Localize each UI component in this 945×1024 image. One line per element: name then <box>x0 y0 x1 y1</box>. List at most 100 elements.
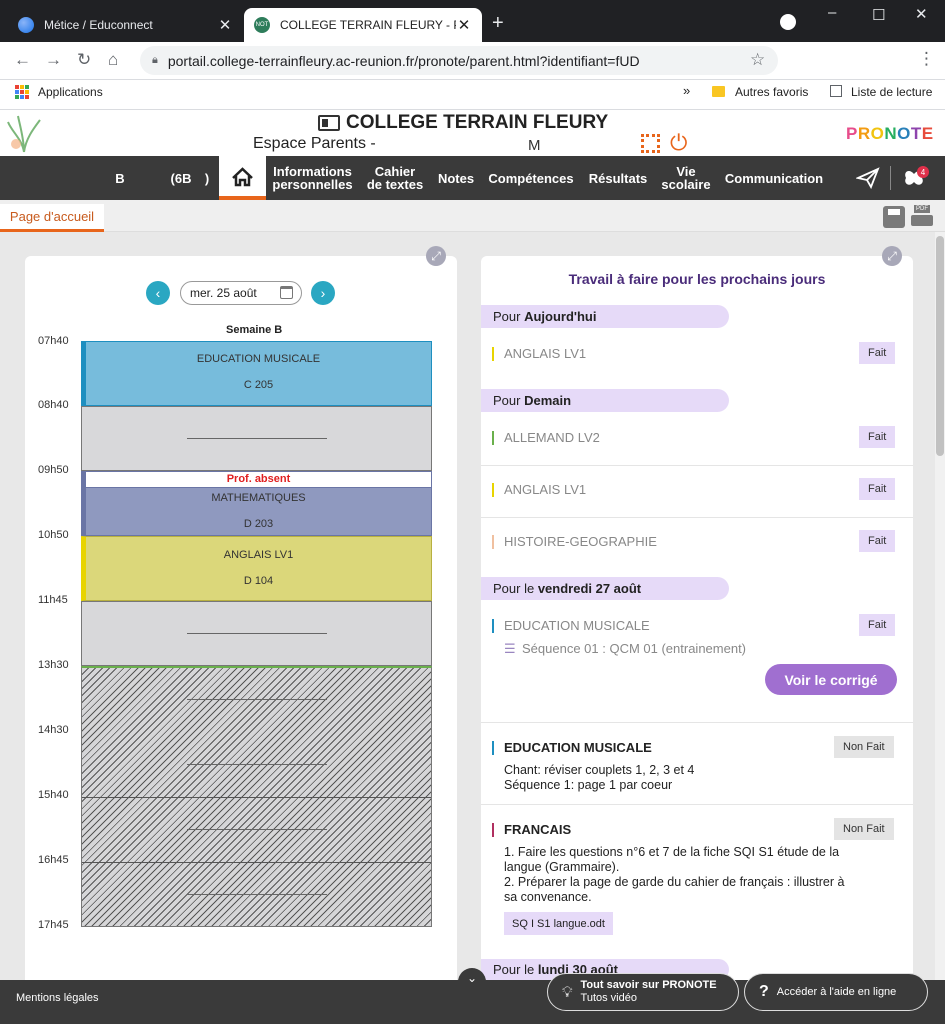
student-name[interactable]: B <box>110 156 130 200</box>
separator <box>481 804 913 805</box>
lock-icon: 🔒︎ <box>152 54 158 66</box>
separator <box>481 517 913 518</box>
close-tab-icon[interactable]: ✕ <box>456 16 472 34</box>
status-badge[interactable]: Non Fait <box>834 818 894 840</box>
empty-slot-line <box>187 764 327 765</box>
pronote-logo: PRONOTE <box>846 124 934 143</box>
folder-icon <box>712 86 725 97</box>
maximize-icon[interactable]: ☐ <box>872 6 885 24</box>
homework-description: Chant: réviser couplets 1, 2, 3 et 4 <box>504 763 695 777</box>
day-header: Pour Demain <box>481 389 729 412</box>
expand-icon[interactable]: ⤢ <box>882 246 902 266</box>
new-tab-button[interactable]: + <box>492 12 504 35</box>
expand-icon[interactable]: ⤢ <box>426 246 446 266</box>
school-logo <box>4 114 44 154</box>
more-bookmarks-icon[interactable]: » <box>683 83 690 98</box>
menu-cahier[interactable]: Cahier de textes <box>362 156 428 200</box>
unavailable-hatched-area <box>81 666 432 927</box>
minimize-icon[interactable]: – <box>828 4 836 21</box>
tout-savoir-button[interactable]: 💡︎ Tout savoir sur PRONOTE Tutos vidéo <box>547 973 739 1011</box>
house-icon <box>232 167 253 187</box>
lesson-subject: MATHEMATIQUES <box>211 492 306 504</box>
time-label: 13h30 <box>38 659 69 671</box>
menu-notes[interactable]: Notes <box>436 156 476 200</box>
menu-competences[interactable]: Compétences <box>486 156 576 200</box>
time-label: 15h40 <box>38 789 69 801</box>
forward-icon[interactable]: → <box>45 50 62 70</box>
id-card-icon <box>318 115 340 131</box>
homework-subject[interactable]: ANGLAIS LV1 <box>492 483 586 497</box>
menu-resultats[interactable]: Résultats <box>585 156 651 200</box>
star-icon[interactable]: ☆ <box>750 50 765 70</box>
homework-subject[interactable]: ANGLAIS LV1 <box>492 347 586 361</box>
homework-description: 1. Faire les questions n°6 et 7 de la fi… <box>504 845 840 859</box>
calendar-icon <box>280 286 293 299</box>
home-menu-button[interactable] <box>219 156 266 200</box>
status-badge[interactable]: Fait <box>859 530 896 552</box>
homework-description: langue (Grammaire). <box>504 860 620 874</box>
homework-subject[interactable]: ALLEMAND LV2 <box>492 431 600 445</box>
status-badge[interactable]: Fait <box>859 478 896 500</box>
time-label: 09h50 <box>38 464 69 476</box>
scrollbar-thumb[interactable] <box>936 236 944 456</box>
checklist-icon: ☰ <box>504 641 516 656</box>
menu-vie-scolaire[interactable]: Vie scolaire <box>656 156 716 200</box>
empty-slot-line <box>187 633 327 634</box>
browser-tab-pronote[interactable]: NOT COLLEGE TERRAIN FLEURY - PRO ✕ <box>244 8 482 42</box>
other-bookmarks[interactable]: Autres favoris <box>735 85 808 99</box>
reload-icon[interactable]: ↻ <box>77 50 91 70</box>
status-badge[interactable]: Fait <box>859 614 896 636</box>
homework-subject[interactable]: EDUCATION MUSICALE <box>492 619 650 633</box>
lesson-education-musicale[interactable]: EDUCATION MUSICALE C 205 <box>81 341 432 406</box>
reading-list-icon <box>830 85 842 97</box>
mentions-legales-link[interactable]: Mentions légales <box>16 992 99 1004</box>
aide-en-ligne-button[interactable]: ? Accéder à l'aide en ligne <box>744 973 928 1011</box>
power-icon[interactable]: ⏻ <box>670 130 687 156</box>
status-badge[interactable]: Fait <box>859 342 896 364</box>
attachment-link[interactable]: SQ I S1 langue.odt <box>504 912 613 935</box>
time-label: 16h45 <box>38 854 69 866</box>
lesson-anglais[interactable]: ANGLAIS LV1 D 104 <box>81 536 432 601</box>
status-badge[interactable]: Fait <box>859 426 896 448</box>
reading-list[interactable]: Liste de lecture <box>851 85 932 99</box>
send-icon[interactable] <box>855 167 880 192</box>
kebab-menu-icon[interactable]: ⋮ <box>918 49 935 69</box>
homework-subject[interactable]: HISTOIRE-GEOGRAPHIE <box>492 535 657 549</box>
collapse-footer-icon[interactable]: ⌄ <box>458 968 486 988</box>
homework-subject[interactable]: EDUCATION MUSICALE <box>492 741 652 755</box>
day-header: Pour le vendredi 27 août <box>481 577 729 600</box>
homework-subject[interactable]: FRANCAIS <box>492 823 571 837</box>
time-label: 14h30 <box>38 724 69 736</box>
next-day-button[interactable]: › <box>311 281 335 305</box>
lesson-subject: ANGLAIS LV1 <box>223 549 294 561</box>
print-pdf-icon[interactable]: PDF <box>911 205 933 229</box>
apps-bookmark[interactable]: Applications <box>38 85 103 99</box>
empty-slot-line <box>187 699 327 700</box>
close-tab-icon[interactable]: ✕ <box>217 16 233 34</box>
home-icon[interactable]: ⌂ <box>108 50 118 70</box>
empty-slot <box>81 601 432 666</box>
profile-menu-icon[interactable] <box>780 14 796 30</box>
menu-informations[interactable]: Informations personnelles <box>270 156 355 200</box>
url-field[interactable]: 🔒︎ portail.college-terrainfleury.ac-reun… <box>140 46 778 75</box>
save-icon[interactable] <box>883 206 905 228</box>
menu-communication[interactable]: Communication <box>722 156 826 200</box>
time-label: 17h45 <box>38 919 69 931</box>
lesson-mathematiques[interactable]: Prof. absent MATHEMATIQUES D 203 <box>81 471 432 536</box>
homework-description: 2. Préparer la page de garde du cahier d… <box>504 875 845 889</box>
qr-code-icon[interactable] <box>641 134 660 153</box>
back-icon[interactable]: ← <box>14 50 31 70</box>
tab-page-accueil[interactable]: Page d'accueil <box>0 204 104 232</box>
prev-day-button[interactable]: ‹ <box>146 281 170 305</box>
date-picker[interactable]: mer. 25 août <box>180 281 302 305</box>
window-close-icon[interactable]: ✕ <box>915 5 928 23</box>
apps-grid-icon <box>15 85 29 99</box>
browser-tab-educonnect[interactable]: Métice / Educonnect ✕ <box>8 8 243 42</box>
status-badge[interactable]: Non Fait <box>834 736 894 758</box>
voir-corrige-button[interactable]: Voir le corrigé <box>765 664 897 695</box>
page-tab-row <box>0 200 945 232</box>
student-class[interactable]: (6B <box>166 156 196 200</box>
day-header: Pour Aujourd'hui <box>481 305 729 328</box>
empty-slot-line <box>187 894 327 895</box>
qcm-link[interactable]: Séquence 01 : QCM 01 (entrainement) <box>522 641 746 656</box>
